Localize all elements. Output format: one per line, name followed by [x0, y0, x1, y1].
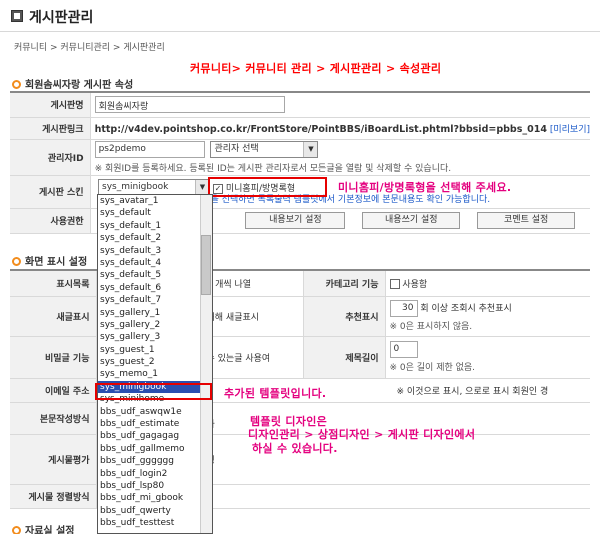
skin-dropdown-list[interactable]: sys_avatar_1 sys_default sys_default_1 sys_…: [97, 194, 213, 534]
dropdown-option[interactable]: sys_default_4: [98, 257, 212, 269]
annotation-path: 커뮤니티> 커뮤니티 관리 > 게시판관리 > 속성관리: [190, 62, 442, 75]
body-style-label: 본문작성방식: [10, 402, 97, 435]
dropdown-option[interactable]: sys_guest_1: [98, 344, 212, 356]
title-bar: 게시판관리: [0, 0, 600, 32]
dropdown-option[interactable]: sys_gallery_1: [98, 307, 212, 319]
list-value: 개씩 나열: [215, 279, 252, 290]
dropdown-option[interactable]: sys_memo_1: [98, 368, 212, 380]
dropdown-option[interactable]: bbs_udf_testtest: [98, 517, 212, 529]
recommend-label: 추천표시: [302, 296, 386, 337]
dropdown-option[interactable]: bbs_udf_mi_gbook: [98, 492, 212, 504]
recommend-note: ※ 0은 표시하지 않음.: [389, 322, 473, 332]
dropdown-option[interactable]: bbs_udf_aswqw1e: [98, 406, 212, 418]
dropdown-option[interactable]: bbs_udf_lsp80: [98, 480, 212, 492]
dropdown-option[interactable]: bbs_udf_qwerty: [98, 505, 212, 517]
dropdown-option[interactable]: sys_default_2: [98, 232, 212, 244]
dropdown-option[interactable]: sys_gallery_3: [98, 331, 212, 343]
new-label: 새글표시: [10, 296, 97, 337]
title-length-label: 제목길이: [302, 336, 386, 379]
dropdown-option[interactable]: bbs_udf_login2: [98, 468, 212, 480]
mini-homepage-checkbox[interactable]: ✓: [213, 183, 223, 194]
admin-id-label: 관리자ID: [10, 139, 91, 176]
view-permission-button[interactable]: 내용보기 설정: [245, 212, 346, 229]
mini-homepage-label: 미니홈피/방명록형: [225, 184, 296, 194]
annotation-added-template: 추가된 템플릿입니다.: [224, 387, 327, 400]
dropdown-option[interactable]: bbs_udf_gagagag: [98, 430, 212, 442]
breadcrumb: 커뮤니티 > 커뮤니티관리 > 게시판관리: [14, 43, 165, 53]
secret-label: 비밀글 기능: [10, 336, 97, 379]
board-name-input[interactable]: 회원솜씨자랑: [94, 96, 285, 114]
rating-label: 게시물평가: [10, 434, 97, 485]
dropdown-option[interactable]: sys_avatar_1: [98, 195, 212, 207]
skin-label: 게시판 스킨: [10, 175, 91, 209]
list-label: 표시목록: [10, 270, 97, 297]
dropdown-option[interactable]: sys_guest_2: [98, 356, 212, 368]
email-label: 이메일 주소: [10, 378, 97, 403]
dropdown-option[interactable]: bbs_udf_gggggg: [98, 455, 212, 467]
category-value: 사용함: [402, 279, 428, 290]
dropdown-option[interactable]: sys_default_5: [98, 269, 212, 281]
admin-note: ※ 회원ID를 등록하세요. 등록된 ID는 게시판 관리자로서 모든글을 열람…: [94, 163, 452, 174]
board-link-label: 게시판링크: [10, 117, 91, 140]
recommend-value: 회 이상 조회시 추천표시: [420, 304, 512, 314]
category-label: 카테고리 기능: [302, 270, 386, 297]
page-title: 게시판관리: [29, 10, 94, 26]
comment-permission-button[interactable]: 코멘트 설정: [477, 212, 576, 229]
scrollbar-thumb[interactable]: [201, 235, 211, 295]
admin-id-input[interactable]: ps2pdemo: [94, 140, 205, 158]
board-icon: [11, 10, 23, 22]
bullet-icon: [12, 80, 21, 89]
sort-label: 게시물 정렬방식: [10, 484, 97, 509]
dropdown-option[interactable]: sys_default_7: [98, 294, 212, 306]
section-board-attributes-title: 회원솜씨자랑 게시판 속성: [12, 76, 133, 91]
admin-select[interactable]: 관리자 선택 ▼: [210, 140, 319, 158]
title-length-input[interactable]: 0: [389, 341, 418, 358]
recommend-count-input[interactable]: 30: [389, 300, 418, 317]
annotation-design-line3: 하실 수 있습니다.: [252, 442, 338, 455]
title-length-note: ※ 0은 길이 제한 없음.: [389, 363, 476, 373]
dropdown-option[interactable]: sys_default_1: [98, 220, 212, 232]
dropdown-option[interactable]: bbs_udf_estimate: [98, 418, 212, 430]
dropdown-option[interactable]: sys_default_6: [98, 282, 212, 294]
bullet-icon: [12, 526, 21, 534]
dropdown-option[interactable]: sys_default_3: [98, 245, 212, 257]
board-link-url[interactable]: http://v4dev.pointshop.co.kr/FrontStore/…: [95, 124, 547, 135]
annotation-select-mini: 미니홈피/방명록형을 선택해 주세요.: [338, 181, 512, 194]
bullet-icon: [12, 257, 21, 266]
chevron-down-icon: ▼: [195, 180, 209, 195]
board-name-label: 게시판명: [10, 92, 91, 118]
dropdown-option[interactable]: sys_gallery_2: [98, 319, 212, 331]
chevron-down-icon: ▼: [303, 141, 318, 157]
preview-link[interactable]: [미리보기]: [550, 125, 590, 135]
dropdown-option[interactable]: sys_default: [98, 207, 212, 219]
section-archive-settings-title: 자료실 설정: [12, 522, 74, 534]
dropdown-scrollbar[interactable]: [200, 195, 212, 533]
section-display-settings-title: 화면 표시 설정: [12, 253, 87, 268]
write-permission-button[interactable]: 내용쓰기 설정: [362, 212, 461, 229]
highlight-selected-template: [95, 383, 212, 400]
category-checkbox[interactable]: [389, 279, 400, 290]
dropdown-option[interactable]: bbs_udf_gallmemo: [98, 443, 212, 455]
permission-label: 사용권한: [10, 208, 91, 234]
